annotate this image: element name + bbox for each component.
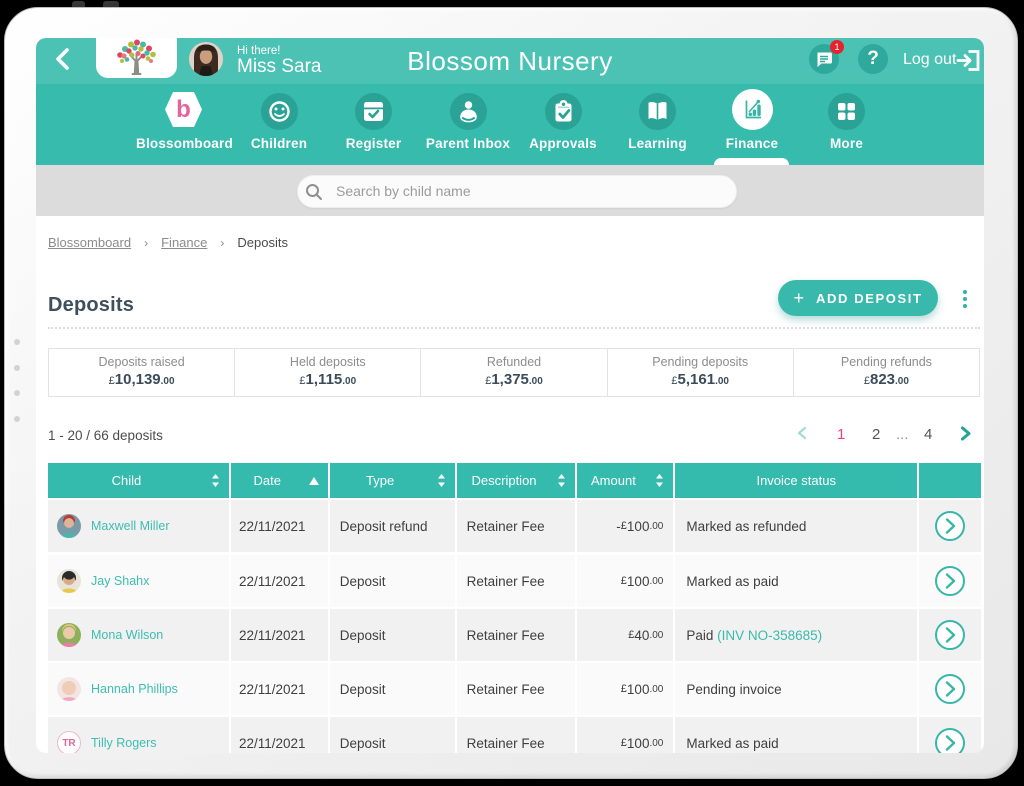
svg-text:b: b <box>176 96 191 123</box>
